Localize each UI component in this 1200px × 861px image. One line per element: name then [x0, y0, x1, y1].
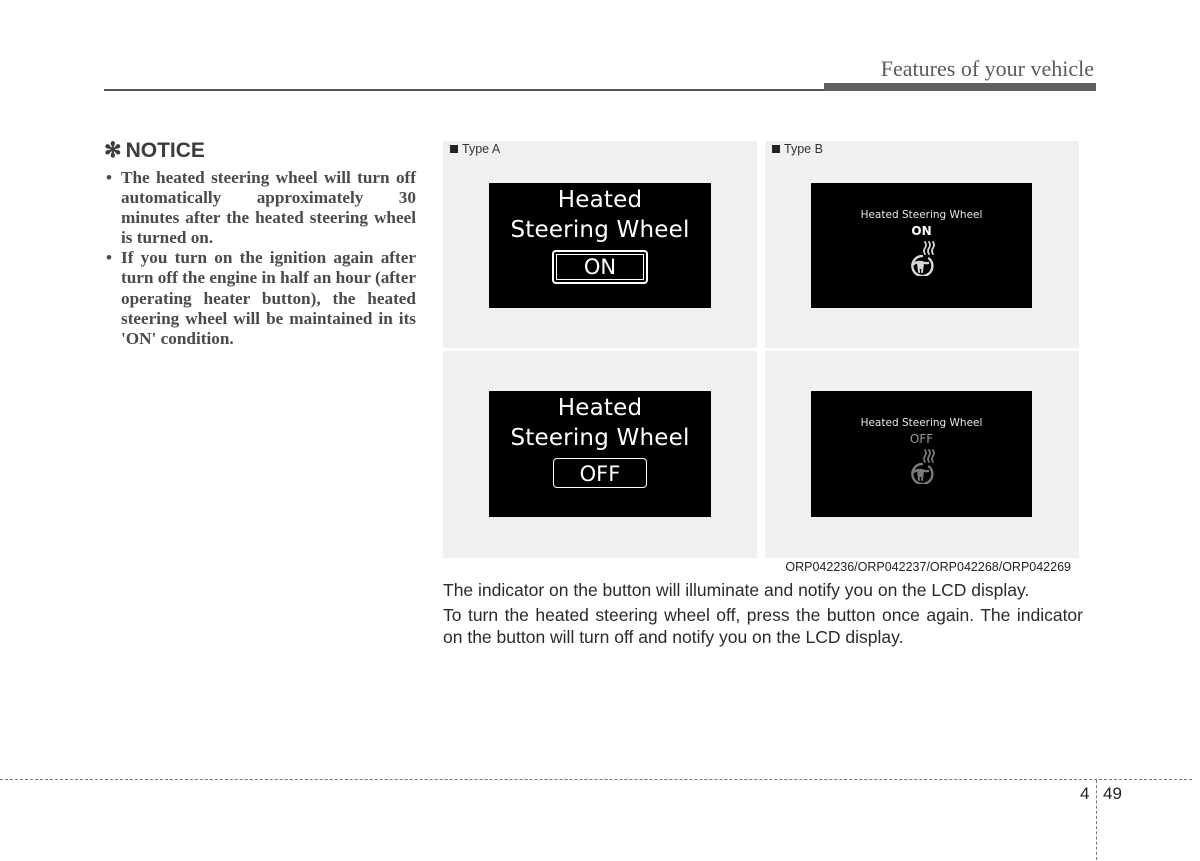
heated-steering-wheel-icon: [910, 449, 935, 484]
bullet: •: [106, 248, 113, 268]
notice-item: • The heated steering wheel will turn of…: [104, 168, 416, 248]
figure-code: ORP042236/ORP042237/ORP042268/ORP042269: [785, 560, 1071, 574]
lcd-type-b-off: Heated Steering Wheel OFF: [811, 391, 1032, 517]
lcd-title-line2: Steering Wheel: [510, 217, 690, 243]
footer-vertical-divider: [1096, 780, 1097, 860]
lcd-title: Heated Steering Wheel: [860, 209, 983, 221]
lcd-title: Heated Steering Wheel: [489, 183, 711, 245]
square-icon: [450, 145, 458, 153]
lcd-title-line1: Heated: [557, 187, 643, 213]
lcd-type-a-off: Heated Steering Wheel OFF: [489, 391, 711, 517]
lcd-type-b-on: Heated Steering Wheel ON: [811, 183, 1032, 308]
header-rule: [104, 89, 824, 91]
lcd-state-on: ON: [552, 250, 648, 284]
body-paragraph-1: The indicator on the button will illumin…: [443, 580, 1030, 600]
lcd-title: Heated Steering Wheel: [860, 417, 983, 429]
lcd-state-on: ON: [911, 224, 932, 238]
notice-list: • The heated steering wheel will turn of…: [104, 168, 416, 349]
notice-title: NOTICE: [125, 138, 205, 162]
heated-steering-wheel-icon: [910, 241, 935, 276]
lcd-title-line2: Steering Wheel: [510, 425, 690, 451]
lcd-title-line1: Heated: [557, 395, 643, 421]
page-number: 49: [1103, 784, 1122, 803]
type-a-label: Type A: [450, 142, 500, 156]
header-bar: [824, 83, 1096, 91]
bullet: •: [106, 168, 113, 187]
type-b-label-text: Type B: [784, 142, 823, 156]
notice-heading: ✻ NOTICE: [104, 138, 205, 163]
body-paragraph-2: To turn the heated steering wheel off, p…: [443, 605, 1083, 647]
notice-item-text: The heated steering wheel will turn off …: [121, 168, 416, 248]
lcd-state-off: OFF: [553, 458, 647, 488]
lcd-state-off: OFF: [909, 432, 934, 446]
type-b-label: Type B: [772, 142, 823, 156]
notice-item-text: If you turn on the ignition again after …: [121, 248, 416, 348]
square-icon: [772, 145, 780, 153]
footer-divider: [0, 779, 1192, 780]
type-a-label-text: Type A: [462, 142, 501, 156]
section-title: Features of your vehicle: [880, 56, 1094, 81]
lcd-type-a-on: Heated Steering Wheel ON: [489, 183, 711, 308]
asterisk-icon: ✻: [104, 139, 122, 162]
chapter-number: 4: [1080, 784, 1090, 803]
notice-item: • If you turn on the ignition again afte…: [104, 248, 416, 348]
lcd-title: Heated Steering Wheel: [489, 391, 711, 453]
